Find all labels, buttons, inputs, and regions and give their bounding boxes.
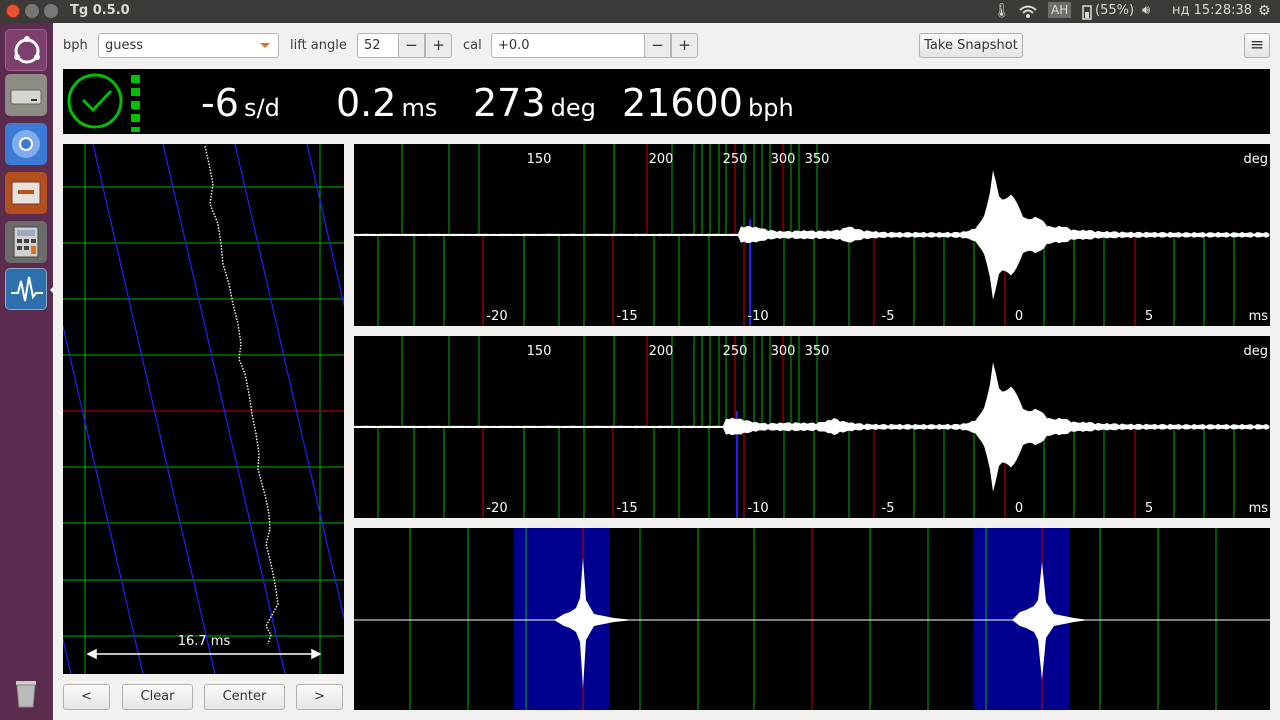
deg-tick-label: 350 (805, 152, 830, 167)
beat-error-readout: 0.2 ms (336, 81, 437, 125)
files-icon[interactable] (5, 172, 47, 214)
center-button[interactable]: Center (204, 684, 285, 710)
deg-tick-label: 200 (649, 344, 674, 359)
cal-minus-button[interactable]: − (644, 33, 671, 58)
lift-angle-minus-button[interactable]: − (398, 33, 425, 58)
cal-value: +0.0 (498, 38, 530, 53)
deg-tick-label: 200 (649, 152, 674, 167)
ms-tick-label: 5 (1145, 309, 1153, 324)
chevron-down-icon (260, 43, 270, 48)
paper-grid (63, 144, 344, 674)
readout-bar: -6 s/d 0.2 ms 273 deg 21600 bph (63, 69, 1270, 134)
scroll-left-button[interactable]: < (63, 684, 110, 710)
toc-waveform-canvas: 150 200 250 300 350 deg -20 -15 -10 -5 0 5 ms (354, 336, 1270, 518)
chromium-icon[interactable] (5, 123, 47, 165)
tic-waveform (354, 170, 1269, 300)
scroll-right-button[interactable]: > (296, 684, 343, 710)
period-trace-canvas (354, 528, 1270, 710)
rate-value: -6 (201, 81, 239, 125)
deg-tick-label: 300 (771, 344, 796, 359)
deg-tick-label: 350 (805, 344, 830, 359)
lift-angle-value: 52 (364, 38, 381, 53)
tic-waveform-plot: 150 200 250 300 350 deg -20 -15 -10 -5 0 5 ms (354, 144, 1270, 326)
ms-unit-label: ms (1249, 501, 1269, 516)
clear-button[interactable]: Clear (122, 684, 193, 710)
rate-unit: s/d (243, 94, 280, 122)
ms-tick-label: -15 (616, 309, 637, 324)
calculator-icon[interactable] (5, 221, 47, 263)
bph-value: 21600 (622, 81, 743, 125)
hamburger-menu-icon: ≡ (1249, 35, 1265, 55)
ms-tick-label: -20 (486, 501, 507, 516)
window-close-button[interactable] (6, 4, 20, 18)
ms-unit-label: ms (1249, 309, 1269, 324)
tg-timegrapher-icon[interactable] (5, 268, 47, 310)
ms-tick-label: -10 (747, 309, 768, 324)
ms-tick-label: -10 (747, 501, 768, 516)
ms-tick-label: 0 (1015, 501, 1023, 516)
launcher (0, 23, 54, 720)
thermometer-icon[interactable]: 🌡 (993, 3, 1011, 19)
paper-span-arrow (86, 648, 322, 660)
disk-drive-icon[interactable] (5, 74, 47, 116)
active-app-indicator (50, 286, 54, 294)
top-panel: Tg 0.5.0 🌡 АН (55%) 🔊︎ нд 15:28:38 ⚙ (0, 0, 1280, 23)
lift-angle-input[interactable]: 52 (357, 33, 399, 58)
bph-combo-value: guess (105, 38, 144, 53)
bph-unit: bph (747, 94, 794, 122)
ms-tick-label: -15 (616, 501, 637, 516)
volume-icon[interactable]: 🔊︎ (1142, 3, 1150, 18)
deg-unit-label: deg (1243, 152, 1268, 167)
lift-angle-label: lift angle (290, 38, 347, 53)
clock-status-icon (67, 73, 140, 132)
paper-rate-lines (63, 144, 344, 674)
lift-angle-plus-button[interactable]: + (425, 33, 452, 58)
battery-percent: (55%) (1095, 3, 1135, 18)
ms-tick-label: -5 (882, 501, 895, 516)
rate-readout: -6 s/d (201, 81, 280, 125)
tic-waveform-canvas: 150 200 250 300 350 deg -20 -15 -10 -5 0 5 ms (354, 144, 1270, 326)
bph-readout: 21600 bph (622, 81, 794, 125)
ms-tick-label: -20 (486, 309, 507, 324)
amplitude-unit: deg (550, 94, 596, 122)
gear-icon[interactable]: ⚙ (1258, 3, 1271, 19)
deg-unit-label: deg (1243, 344, 1268, 359)
ms-tick-label: -5 (882, 309, 895, 324)
beat-error-unit: ms (401, 94, 438, 122)
paper-span-label: 16.7 ms (178, 634, 231, 649)
wifi-icon[interactable] (1018, 5, 1038, 19)
ms-tick-label: 5 (1145, 501, 1153, 516)
period-trace-plot (354, 528, 1270, 710)
cal-plus-button[interactable]: + (671, 33, 698, 58)
ubuntu-dash-icon[interactable] (5, 29, 47, 71)
beat-error-value: 0.2 (336, 81, 397, 125)
clock[interactable]: нд 15:28:38 (1172, 3, 1252, 18)
amplitude-value: 273 (473, 81, 546, 125)
bph-combo[interactable]: guess (98, 33, 279, 58)
menu-button[interactable]: ≡ (1244, 33, 1270, 58)
amplitude-readout: 273 deg (473, 81, 596, 125)
cal-input[interactable]: +0.0 (491, 33, 645, 58)
toc-waveform (354, 362, 1269, 492)
deg-tick-label: 150 (527, 152, 552, 167)
battery-icon[interactable] (1082, 4, 1092, 20)
take-snapshot-button[interactable]: Take Snapshot (919, 33, 1023, 58)
trash-icon[interactable] (5, 671, 47, 713)
paper-trace (204, 145, 279, 645)
deg-tick-label: 150 (527, 344, 552, 359)
deg-tick-label: 300 (771, 152, 796, 167)
window-minimize-button[interactable] (25, 4, 39, 18)
ms-tick-label: 0 (1015, 309, 1023, 324)
paper-strip-plot[interactable]: 16.7 ms (63, 144, 344, 674)
deg-tick-label: 250 (723, 344, 748, 359)
keyboard-layout-indicator[interactable]: АН (1048, 2, 1072, 18)
cal-label: cal (463, 38, 482, 53)
window-title: Tg 0.5.0 (70, 3, 130, 18)
window-maximize-button[interactable] (44, 4, 58, 18)
toc-waveform-plot: 150 200 250 300 350 deg -20 -15 -10 -5 0 5 ms (354, 336, 1270, 518)
deg-tick-label: 250 (723, 152, 748, 167)
bph-label: bph (63, 38, 88, 53)
